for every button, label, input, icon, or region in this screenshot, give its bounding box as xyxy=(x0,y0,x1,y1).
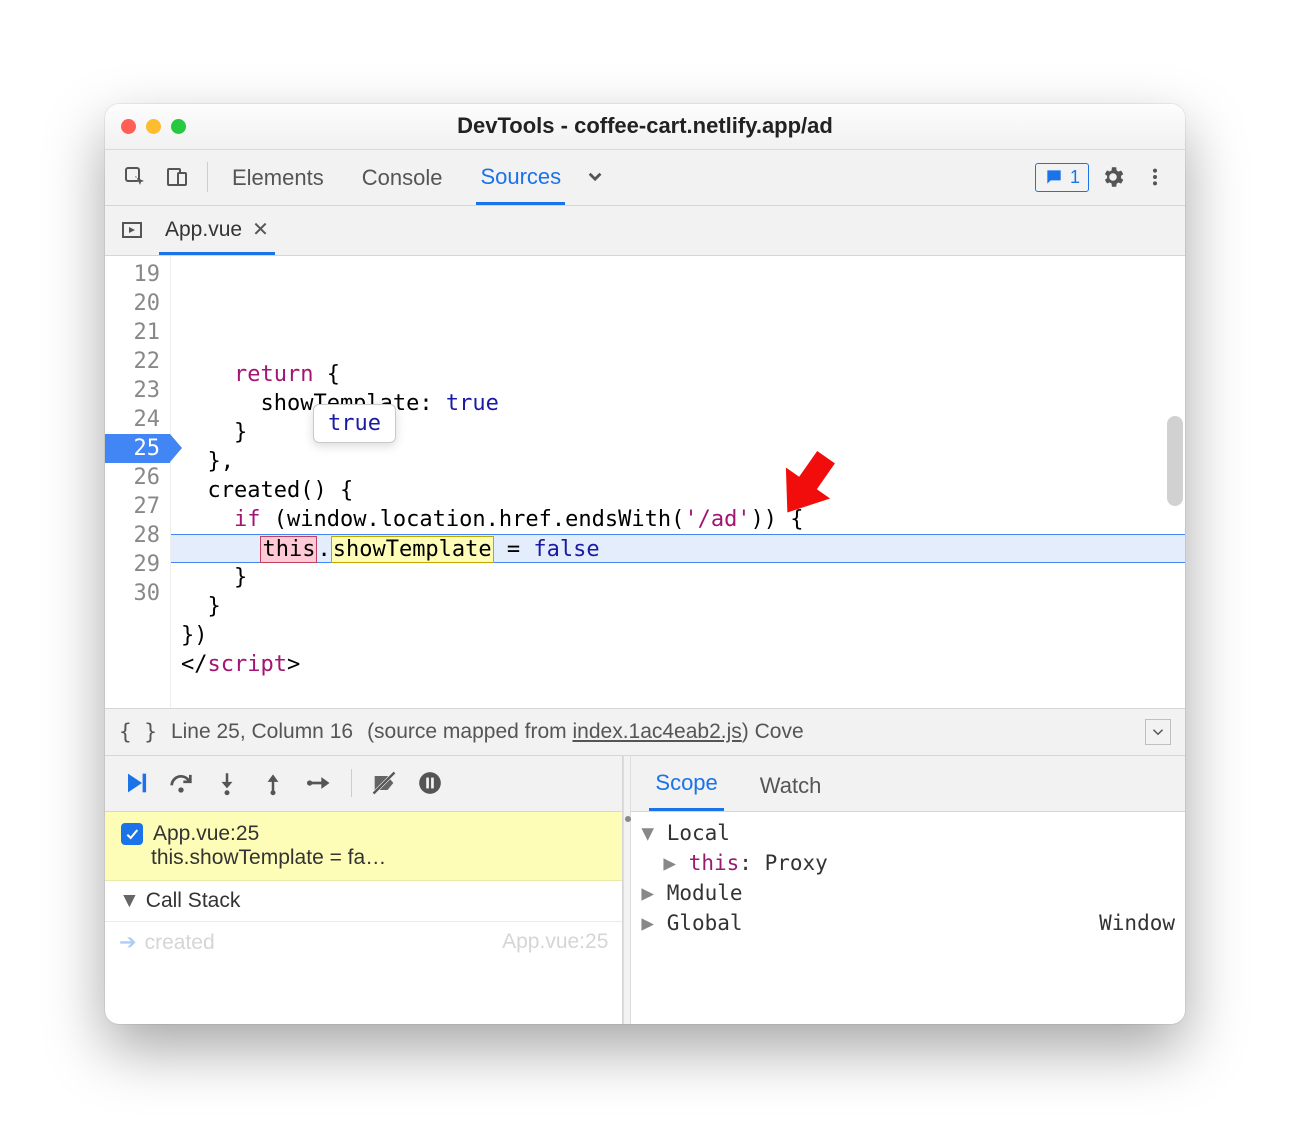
deactivate-breakpoints-icon[interactable] xyxy=(364,763,404,803)
close-file-tab-icon[interactable]: ✕ xyxy=(252,217,269,242)
code-area[interactable]: true return { showTemplate: true } }, cr… xyxy=(171,256,1185,708)
status-dropdown-icon[interactable] xyxy=(1145,719,1171,745)
hover-value-tooltip: true xyxy=(313,404,396,443)
window-title: DevTools - coffee-cart.netlify.app/ad xyxy=(105,113,1185,139)
scope-global[interactable]: ▶ GlobalWindow xyxy=(635,908,1181,938)
breakpoint-source: this.showTemplate = fa… xyxy=(151,846,606,870)
scope-module[interactable]: ▶ Module xyxy=(635,878,1181,908)
gear-icon[interactable] xyxy=(1095,159,1131,195)
inspect-element-icon[interactable] xyxy=(117,159,153,195)
resume-button-icon[interactable] xyxy=(115,763,155,803)
file-tab-label: App.vue xyxy=(165,218,242,242)
debugger-right: Scope Watch ▼ Local ▶ this: Proxy ▶ Modu… xyxy=(631,756,1185,1025)
debugger-left: App.vue:25 this.showTemplate = fa… ▼Call… xyxy=(105,756,623,1025)
editor-status-bar: { } Line 25, Column 16 (source mapped fr… xyxy=(105,708,1185,756)
issues-button[interactable]: 1 xyxy=(1035,163,1089,192)
breakpoint-checkbox[interactable] xyxy=(121,823,143,845)
device-toolbar-icon[interactable] xyxy=(159,159,195,195)
mapped-file-link[interactable]: index.1ac4eab2.js xyxy=(572,720,741,743)
breakpoint-entry[interactable]: App.vue:25 xyxy=(121,822,606,846)
code-line-30[interactable] xyxy=(171,679,1185,708)
cursor-position: Line 25, Column 16 xyxy=(171,720,353,744)
scope-this[interactable]: ▶ this: Proxy xyxy=(635,848,1181,878)
pause-on-exceptions-icon[interactable] xyxy=(410,763,450,803)
line-number-gutter[interactable]: 192021222324252627282930 xyxy=(105,256,171,708)
triangle-down-icon: ▼ xyxy=(119,889,140,913)
breakpoints-panel: App.vue:25 this.showTemplate = fa… xyxy=(105,812,622,881)
call-stack-header[interactable]: ▼Call Stack xyxy=(105,881,622,922)
file-tab-app-vue[interactable]: App.vue ✕ xyxy=(159,205,275,255)
source-editor[interactable]: 192021222324252627282930 true return { s… xyxy=(105,256,1185,708)
pretty-print-icon[interactable]: { } xyxy=(119,720,157,744)
kebab-menu-icon[interactable] xyxy=(1137,159,1173,195)
tab-sources[interactable]: Sources xyxy=(476,150,565,205)
issues-count: 1 xyxy=(1070,167,1080,188)
zoom-window-dot[interactable] xyxy=(171,119,186,134)
separator xyxy=(351,769,352,797)
source-map-info: (source mapped from index.1ac4eab2.js) C… xyxy=(367,720,804,744)
panel-tabs: Elements Console Sources xyxy=(228,150,565,205)
minimize-window-dot[interactable] xyxy=(146,119,161,134)
devtools-toolbar: Elements Console Sources 1 xyxy=(105,150,1185,206)
tab-console[interactable]: Console xyxy=(358,151,447,203)
separator xyxy=(207,162,208,192)
devtools-window: DevTools - coffee-cart.netlify.app/ad El… xyxy=(105,104,1185,1024)
window-traffic-lights xyxy=(121,119,186,134)
tab-elements[interactable]: Elements xyxy=(228,151,328,203)
scope-body[interactable]: ▼ Local ▶ this: Proxy ▶ Module ▶ GlobalW… xyxy=(631,812,1185,1025)
splitter[interactable] xyxy=(623,756,631,1025)
more-tabs-chevron-icon[interactable] xyxy=(571,164,617,190)
titlebar: DevTools - coffee-cart.netlify.app/ad xyxy=(105,104,1185,150)
breakpoint-location: App.vue:25 xyxy=(153,822,259,845)
show-navigator-icon[interactable] xyxy=(115,213,149,247)
scrollbar-thumb[interactable] xyxy=(1167,416,1183,506)
code-line-29[interactable]: </script> xyxy=(171,650,1185,679)
debugger-pane: App.vue:25 this.showTemplate = fa… ▼Call… xyxy=(105,756,1185,1025)
file-tab-strip: App.vue ✕ xyxy=(105,206,1185,256)
annotation-arrow-icon xyxy=(426,356,853,627)
debugger-controls xyxy=(105,756,622,812)
step-over-icon[interactable] xyxy=(161,763,201,803)
tab-scope[interactable]: Scope xyxy=(649,758,723,811)
step-into-icon[interactable] xyxy=(207,763,247,803)
call-stack-frame[interactable]: ➔created App.vue:25 xyxy=(105,922,622,963)
tab-watch[interactable]: Watch xyxy=(754,761,828,811)
scope-watch-tabs: Scope Watch xyxy=(631,756,1185,812)
step-icon[interactable] xyxy=(299,763,339,803)
close-window-dot[interactable] xyxy=(121,119,136,134)
step-out-icon[interactable] xyxy=(253,763,293,803)
scope-local[interactable]: ▼ Local xyxy=(635,818,1181,848)
